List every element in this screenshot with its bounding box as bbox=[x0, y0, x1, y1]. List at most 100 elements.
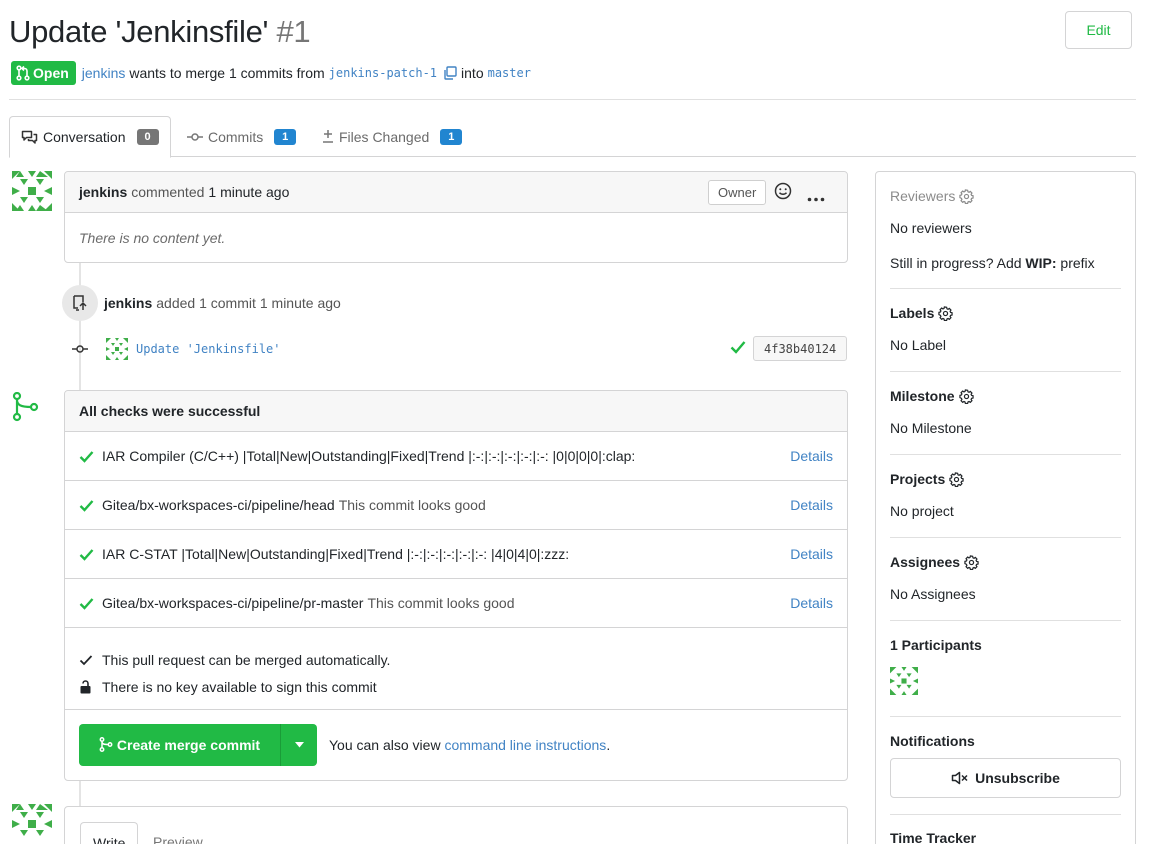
status-badge: Open bbox=[11, 61, 76, 85]
check-row: IAR Compiler (C/C++) |Total|New|Outstand… bbox=[65, 432, 847, 481]
event-author[interactable]: jenkins bbox=[104, 295, 152, 311]
avatar[interactable] bbox=[12, 171, 52, 211]
conversation-icon bbox=[21, 130, 38, 144]
divider bbox=[890, 288, 1121, 289]
unsubscribe-button[interactable]: Unsubscribe bbox=[890, 758, 1121, 798]
owner-badge: Owner bbox=[708, 180, 767, 205]
check-details-link[interactable]: Details bbox=[790, 595, 833, 611]
command-line-link[interactable]: command line instructions bbox=[444, 737, 606, 753]
cli-prefix: You can also view bbox=[329, 736, 441, 753]
event-text: added 1 commit bbox=[156, 295, 256, 311]
tab-files-changed[interactable]: Files Changed 1 bbox=[322, 116, 463, 157]
comment-author[interactable]: jenkins bbox=[79, 184, 127, 200]
check-context: Gitea/bx-workspaces-ci/pipeline/pr-maste… bbox=[102, 595, 364, 611]
avatar[interactable] bbox=[12, 804, 52, 844]
sign-text: There is no key available to sign this c… bbox=[102, 678, 377, 695]
wip-prefix-text: Still in progress? Add bbox=[890, 255, 1022, 271]
divider bbox=[890, 716, 1121, 717]
commit-icon bbox=[72, 344, 88, 353]
commit-row: Update 'Jenkinsfile' 4f38b40124 bbox=[70, 336, 848, 361]
unlock-icon bbox=[80, 679, 91, 693]
edit-button[interactable]: Edit bbox=[1065, 11, 1132, 49]
participants-label: 1 Participants bbox=[890, 637, 982, 653]
into-text: into bbox=[461, 65, 484, 81]
check-icon bbox=[79, 499, 94, 512]
commit-icon bbox=[187, 132, 203, 141]
pr-title-text: Update 'Jenkinsfile' bbox=[9, 14, 269, 49]
more-options-icon[interactable] bbox=[807, 189, 825, 205]
divider bbox=[890, 814, 1121, 815]
mute-icon bbox=[951, 771, 968, 785]
assignees-label: Assignees bbox=[890, 554, 961, 570]
pr-number: #1 bbox=[276, 14, 311, 49]
assignees-header[interactable]: Assignees bbox=[890, 554, 1121, 570]
checkmark-icon bbox=[79, 654, 93, 665]
check-details-link[interactable]: Details bbox=[790, 497, 833, 513]
wip-code[interactable]: WIP: bbox=[1025, 255, 1056, 271]
base-branch-link[interactable]: master bbox=[488, 66, 531, 80]
push-event-icon bbox=[62, 285, 98, 321]
create-merge-commit-button[interactable]: Create merge commit bbox=[79, 723, 280, 766]
check-description: This commit looks good bbox=[367, 595, 515, 611]
check-details-link[interactable]: Details bbox=[790, 448, 833, 464]
milestone-value: No Milestone bbox=[890, 420, 972, 436]
check-context: Gitea/bx-workspaces-ci/pipeline/head bbox=[102, 497, 335, 513]
merge-actions: Create merge commit You can also view co… bbox=[65, 710, 847, 779]
merge-dropdown-button[interactable] bbox=[280, 723, 317, 766]
author-link[interactable]: jenkins bbox=[82, 65, 126, 81]
write-tab[interactable]: Write bbox=[80, 822, 139, 844]
tab-label: Files Changed bbox=[339, 128, 430, 145]
pull-request-icon bbox=[16, 65, 30, 81]
wip-suffix-text: prefix bbox=[1060, 255, 1095, 271]
divider bbox=[890, 537, 1121, 538]
merge-icon bbox=[12, 392, 39, 422]
tab-label: Conversation bbox=[43, 129, 126, 145]
comment-action: commented bbox=[131, 184, 205, 200]
status-text: Open bbox=[33, 65, 69, 81]
merge-icon bbox=[99, 737, 113, 752]
labels-label: Labels bbox=[890, 305, 935, 321]
tab-commits[interactable]: Commits 1 bbox=[187, 116, 297, 157]
unsubscribe-label: Unsubscribe bbox=[975, 770, 1060, 786]
reviewers-section: Reviewers No reviewers Still in progress… bbox=[890, 188, 1121, 271]
check-icon bbox=[79, 597, 94, 610]
event-time: 1 minute ago bbox=[259, 295, 341, 311]
commit-message-link[interactable]: Update 'Jenkinsfile' bbox=[136, 342, 281, 356]
participant-avatar[interactable] bbox=[890, 667, 918, 695]
check-row: Gitea/bx-workspaces-ci/pipeline/head Thi… bbox=[65, 481, 847, 530]
tab-count: 0 bbox=[136, 129, 159, 145]
check-row: IAR C-STAT |Total|New|Outstanding|Fixed|… bbox=[65, 530, 847, 579]
preview-tab[interactable]: Preview bbox=[153, 834, 203, 844]
sign-line: There is no key available to sign this c… bbox=[79, 673, 847, 700]
time-tracker-label: Time Tracker bbox=[890, 830, 977, 844]
comment: jenkins commented 1 minute ago Owner The… bbox=[64, 171, 848, 263]
reviewers-header[interactable]: Reviewers bbox=[890, 188, 1121, 204]
labels-header[interactable]: Labels bbox=[890, 305, 1121, 321]
projects-label: Projects bbox=[890, 471, 946, 487]
divider bbox=[890, 371, 1121, 372]
commit-event: jenkins added 1 commit 1 minute ago bbox=[104, 293, 341, 313]
merge-box: All checks were successful IAR Compiler … bbox=[64, 390, 848, 781]
check-icon bbox=[79, 548, 94, 561]
participants-section: 1 Participants bbox=[890, 637, 1121, 698]
gear-icon bbox=[964, 554, 979, 570]
gear-icon bbox=[949, 471, 964, 487]
tab-label: Commits bbox=[208, 128, 264, 145]
commit-author-avatar[interactable] bbox=[106, 337, 128, 360]
merge-button-label: Create merge commit bbox=[116, 736, 261, 753]
milestone-header[interactable]: Milestone bbox=[890, 388, 1121, 404]
head-branch-link[interactable]: jenkins-patch-1 bbox=[329, 66, 437, 80]
check-details-link[interactable]: Details bbox=[790, 546, 833, 562]
check-description: This commit looks good bbox=[338, 497, 486, 513]
copy-icon[interactable] bbox=[443, 66, 457, 80]
projects-header[interactable]: Projects bbox=[890, 471, 1121, 487]
checks-header: All checks were successful bbox=[65, 391, 847, 432]
divider bbox=[890, 620, 1121, 621]
auto-merge-line: This pull request can be merged automati… bbox=[79, 646, 847, 673]
tab-count: 1 bbox=[274, 128, 297, 145]
commit-sha-button[interactable]: 4f38b40124 bbox=[753, 336, 848, 361]
tab-conversation[interactable]: Conversation 0 bbox=[9, 116, 171, 158]
emoji-reaction-icon[interactable] bbox=[774, 182, 792, 203]
projects-value: No project bbox=[890, 503, 954, 519]
reviewers-label: Reviewers bbox=[890, 188, 956, 204]
